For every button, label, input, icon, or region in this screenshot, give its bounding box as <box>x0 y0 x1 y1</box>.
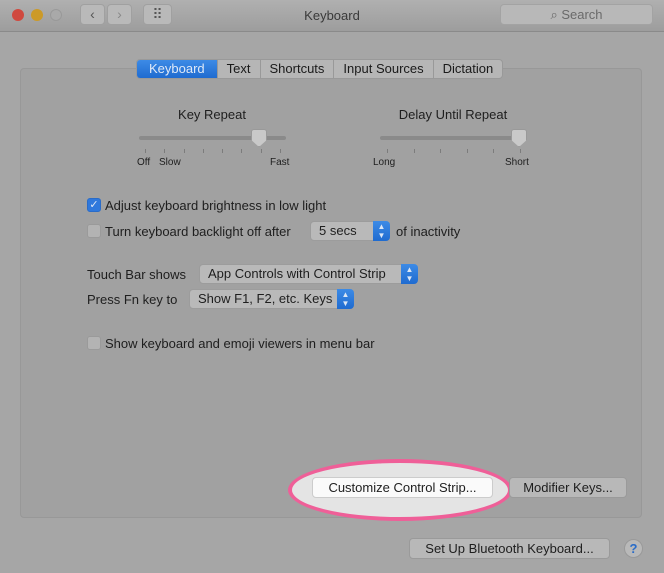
slider-tick <box>202 149 204 153</box>
key-repeat-fast-label: Fast <box>270 157 290 168</box>
customize-control-strip-button[interactable]: Customize Control Strip... <box>312 477 493 498</box>
key-repeat-label: Key Repeat <box>178 107 246 122</box>
modifier-keys-button[interactable]: Modifier Keys... <box>509 477 627 498</box>
chevron-updown-icon: ▲ ▼ <box>401 264 418 284</box>
search-input[interactable]: ⌕ Search <box>500 4 653 25</box>
slider-tick <box>164 149 166 153</box>
tab-keyboard[interactable]: Keyboard <box>137 60 218 78</box>
tab-shortcuts[interactable]: Shortcuts <box>261 60 335 78</box>
touch-bar-value: App Controls with Control Strip <box>208 266 386 281</box>
show-viewers-label: Show keyboard and emoji viewers in menu … <box>105 336 375 351</box>
search-placeholder: Search <box>561 7 603 22</box>
slider-tick <box>440 149 442 153</box>
slider-tick <box>413 149 415 153</box>
adjust-brightness-checkbox[interactable]: ✓ <box>87 198 101 212</box>
delay-long-label: Long <box>373 157 396 168</box>
inactivity-label: of inactivity <box>396 224 461 239</box>
delay-until-repeat-label: Delay Until Repeat <box>398 107 508 122</box>
backlight-off-label: Turn keyboard backlight off after <box>105 224 291 239</box>
slider-tick <box>260 149 262 153</box>
slider-tick <box>520 149 521 153</box>
backlight-timeout-popup[interactable]: 5 secs ▲ ▼ <box>310 221 390 241</box>
show-viewers-checkbox[interactable] <box>87 336 101 350</box>
tab-bar: Keyboard Text Shortcuts Input Sources Di… <box>136 59 504 79</box>
search-icon: ⌕ <box>550 7 562 22</box>
tab-dictation[interactable]: Dictation <box>434 60 503 78</box>
chevron-updown-icon: ▲ ▼ <box>337 289 354 309</box>
backlight-off-checkbox[interactable] <box>87 224 101 238</box>
slider-tick <box>241 149 243 153</box>
tab-input-sources[interactable]: Input Sources <box>334 60 434 78</box>
slider-tick <box>222 149 224 153</box>
touch-bar-popup[interactable]: App Controls with Control Strip ▲ ▼ <box>199 264 418 284</box>
set-up-bluetooth-keyboard-button[interactable]: Set Up Bluetooth Keyboard... <box>409 538 610 559</box>
touch-bar-label: Touch Bar shows <box>87 267 186 282</box>
fn-key-value: Show F1, F2, etc. Keys <box>198 291 333 306</box>
adjust-brightness-label: Adjust keyboard brightness in low light <box>105 198 327 213</box>
fn-key-label: Press Fn key to <box>87 292 178 307</box>
fn-key-popup[interactable]: Show F1, F2, etc. Keys ▲ ▼ <box>189 289 354 309</box>
help-button[interactable]: ? <box>624 539 643 558</box>
chevron-updown-icon: ▲ ▼ <box>373 221 390 241</box>
delay-short-label: Short <box>505 157 529 168</box>
slider-tick <box>183 149 185 153</box>
slider-tick <box>280 149 281 153</box>
tab-text[interactable]: Text <box>218 60 261 78</box>
key-repeat-off-label: Off <box>137 157 151 168</box>
slider-tick <box>493 149 495 153</box>
slider-tick <box>466 149 468 153</box>
slider-tick <box>387 149 388 153</box>
key-repeat-slow-label: Slow <box>159 157 181 168</box>
backlight-timeout-value: 5 secs <box>319 223 357 238</box>
delay-until-repeat-slider[interactable] <box>380 136 527 140</box>
slider-tick <box>145 149 146 153</box>
